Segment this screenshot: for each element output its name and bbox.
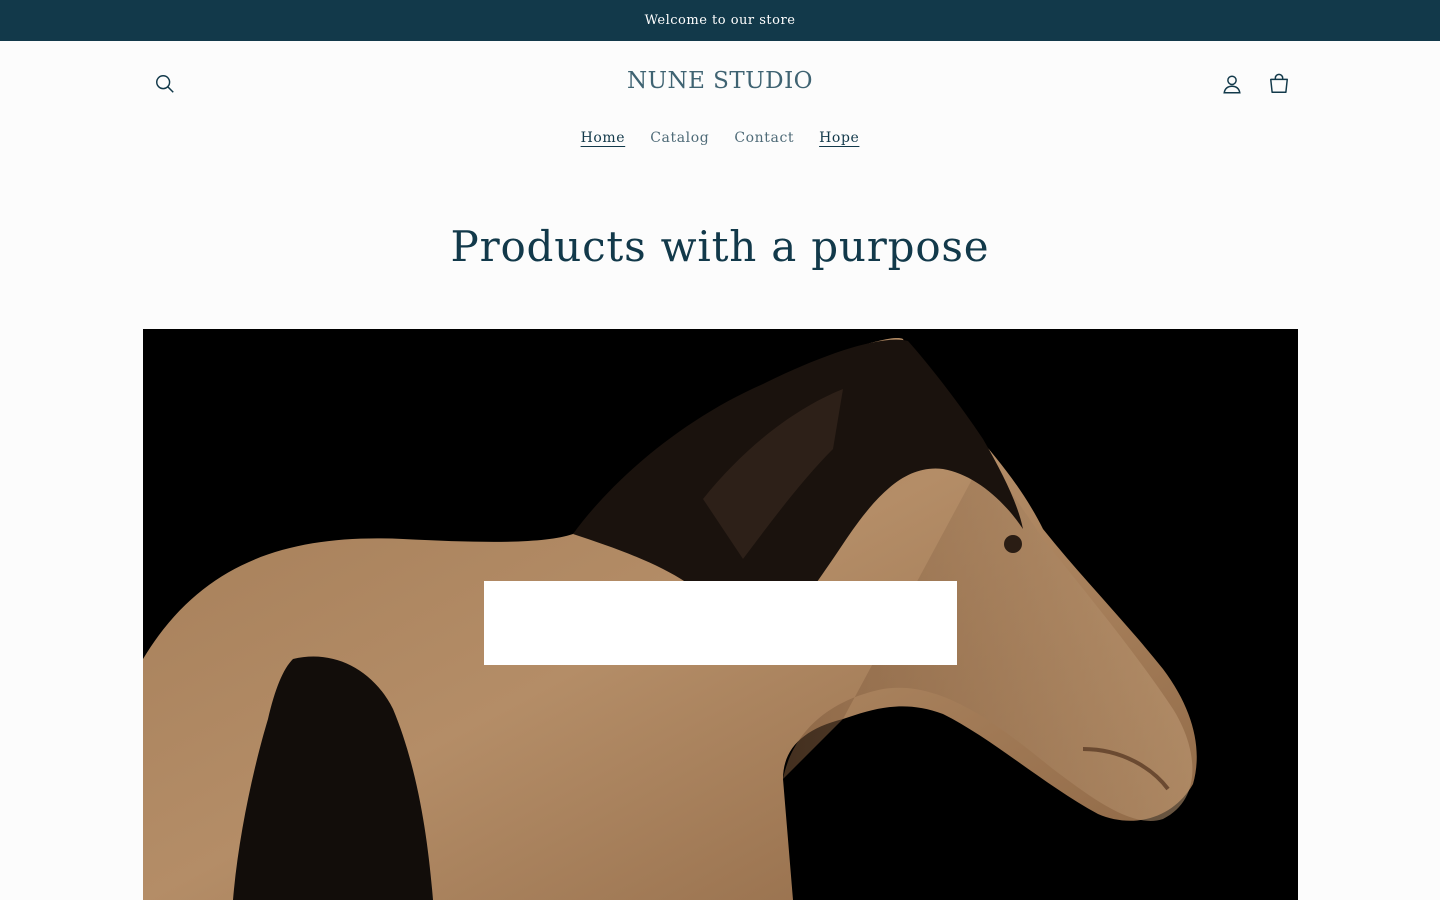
- main-navigation: Home Catalog Contact Hope: [0, 130, 1440, 146]
- hero-content-box: [484, 581, 957, 665]
- page-heading: Products with a purpose: [450, 222, 990, 271]
- nav-item-contact[interactable]: Contact: [722, 130, 807, 146]
- cart-button[interactable]: [1259, 64, 1299, 104]
- account-button[interactable]: [1212, 64, 1252, 104]
- announcement-text: Welcome to our store: [644, 13, 796, 28]
- nav-item-hope[interactable]: Hope: [807, 130, 872, 146]
- cart-icon: [1270, 73, 1288, 93]
- account-icon: [1223, 75, 1241, 94]
- store-logo-text[interactable]: NUNE STUDIO: [627, 68, 813, 94]
- nav-item-catalog[interactable]: Catalog: [638, 130, 722, 146]
- nav-item-home[interactable]: Home: [568, 130, 638, 146]
- hero-banner: [143, 329, 1298, 900]
- announcement-bar: Welcome to our store: [0, 0, 1440, 41]
